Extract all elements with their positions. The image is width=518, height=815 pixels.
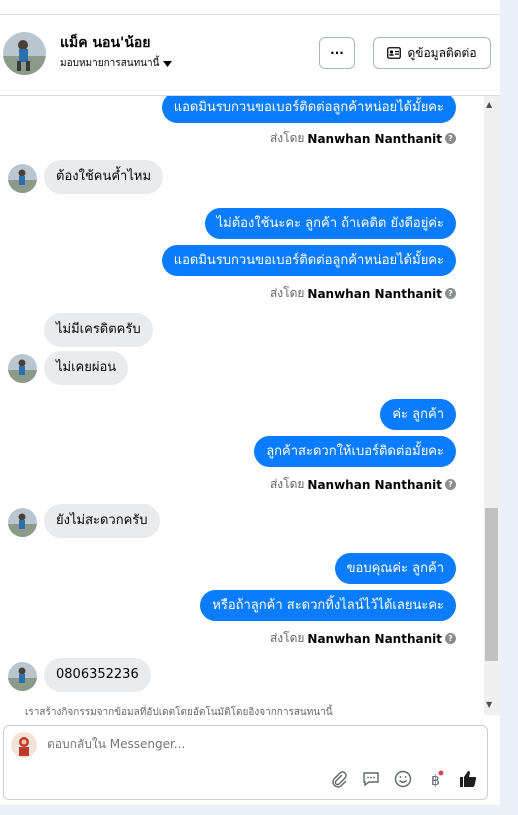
contact-avatar[interactable]	[8, 354, 37, 383]
reply-input[interactable]	[47, 737, 347, 751]
sender-name: Nanwhan Nanthanit	[307, 131, 442, 146]
sent-by-prefix: ส่งโดย	[269, 477, 305, 491]
sent-by-prefix: ส่งโดย	[269, 131, 305, 145]
sender-name: Nanwhan Nanthanit	[307, 631, 442, 646]
sender-name: Nanwhan Nanthanit	[307, 477, 442, 492]
outgoing-message[interactable]: หรือถ้าลูกค้า สะดวกทิ้งไลน์ไว้ได้เลยนะคะ	[200, 590, 456, 621]
paperclip-icon[interactable]	[329, 769, 349, 789]
help-icon[interactable]: ?	[445, 633, 456, 644]
view-contact-label: ดูข้อมูลติดต่อ	[407, 45, 477, 60]
sent-by-label: ส่งโดย Nanwhan Nanthanit ?	[270, 129, 456, 148]
sent-by-label: ส่งโดย Nanwhan Nanthanit ?	[270, 629, 456, 648]
sent-by-prefix: ส่งโดย	[269, 286, 305, 300]
scroll-down-icon[interactable]: ▼	[486, 700, 492, 709]
contact-avatar[interactable]	[8, 508, 37, 537]
chat-bubble-icon[interactable]	[361, 769, 381, 789]
thumbs-up-icon[interactable]	[458, 769, 478, 789]
sent-by-label: ส่งโดย Nanwhan Nanthanit ?	[270, 284, 456, 303]
smiley-icon[interactable]	[393, 769, 413, 789]
sender-name: Nanwhan Nanthanit	[307, 286, 442, 301]
contact-avatar[interactable]	[8, 164, 37, 193]
scrollbar-thumb[interactable]	[485, 508, 498, 661]
side-rail	[500, 0, 518, 815]
bottom-divider	[0, 805, 500, 815]
sent-by-label: ส่งโดย Nanwhan Nanthanit ?	[270, 475, 456, 494]
contact-avatar[interactable]	[8, 662, 37, 691]
outgoing-message[interactable]: ค่ะ ลูกค้า	[380, 399, 456, 430]
incoming-message[interactable]: 0806352236	[44, 658, 151, 692]
caret-down-icon	[163, 60, 173, 67]
reply-composer: ฿	[0, 715, 500, 815]
top-divider	[0, 0, 500, 15]
view-contact-button[interactable]: ดูข้อมูลติดต่อ	[373, 37, 491, 69]
outgoing-message[interactable]: แอดมินรบกวนขอเบอร์ติดต่อลูกค้าหน่อยได้มั…	[161, 245, 456, 276]
outgoing-message[interactable]: ไม่ต้องใช้นะคะ ลูกค้า ถ้าเคดิต ยังดีอยู่…	[204, 208, 456, 239]
help-icon[interactable]: ?	[445, 288, 456, 299]
scroll-up-icon[interactable]: ▲	[486, 100, 492, 109]
conversation-header: แม็ค นอน'น้อย มอบหมายการสนทนานี้ ··· ดูข…	[0, 15, 500, 96]
help-icon[interactable]: ?	[445, 479, 456, 490]
more-options-button[interactable]: ···	[319, 37, 355, 69]
contact-card-icon	[387, 47, 402, 59]
page-avatar	[11, 732, 37, 758]
incoming-message[interactable]: ต้องใช้คนค้ำไหม	[44, 160, 164, 194]
avatar[interactable]	[3, 32, 46, 75]
svg-text:฿: ฿	[431, 773, 440, 788]
help-icon[interactable]: ?	[445, 133, 456, 144]
assign-label: มอบหมายการสนทนานี้	[60, 58, 160, 69]
assign-conversation-dropdown[interactable]: มอบหมายการสนทนานี้	[60, 56, 173, 71]
incoming-message[interactable]: ยังไม่สะดวกครับ	[44, 504, 160, 538]
contact-name[interactable]: แม็ค นอน'น้อย	[60, 32, 151, 54]
outgoing-message[interactable]: ลูกค้าสะดวกให้เบอร์ติดต่อมั้ยคะ	[254, 436, 456, 467]
outgoing-message[interactable]: ขอบคุณค่ะ ลูกค้า	[334, 553, 456, 584]
sent-by-prefix: ส่งโดย	[269, 631, 305, 645]
activity-notice: เราสร้างกิจกรรมจากข้อมูลที่อัปเดตโดยอัตโ…	[25, 707, 333, 715]
incoming-message[interactable]: ไม่มีเครดิตครับ	[44, 313, 153, 347]
incoming-message[interactable]: ไม่เคยผ่อน	[44, 351, 129, 385]
outgoing-message[interactable]: แอดมินรบกวนขอเบอร์ติดต่อลูกค้าหน่อยได้มั…	[161, 96, 456, 123]
message-thread[interactable]: แอดมินรบกวนขอเบอร์ติดต่อลูกค้าหน่อยได้มั…	[0, 96, 484, 715]
more-icon: ···	[330, 46, 344, 60]
baht-icon[interactable]: ฿	[425, 769, 445, 789]
